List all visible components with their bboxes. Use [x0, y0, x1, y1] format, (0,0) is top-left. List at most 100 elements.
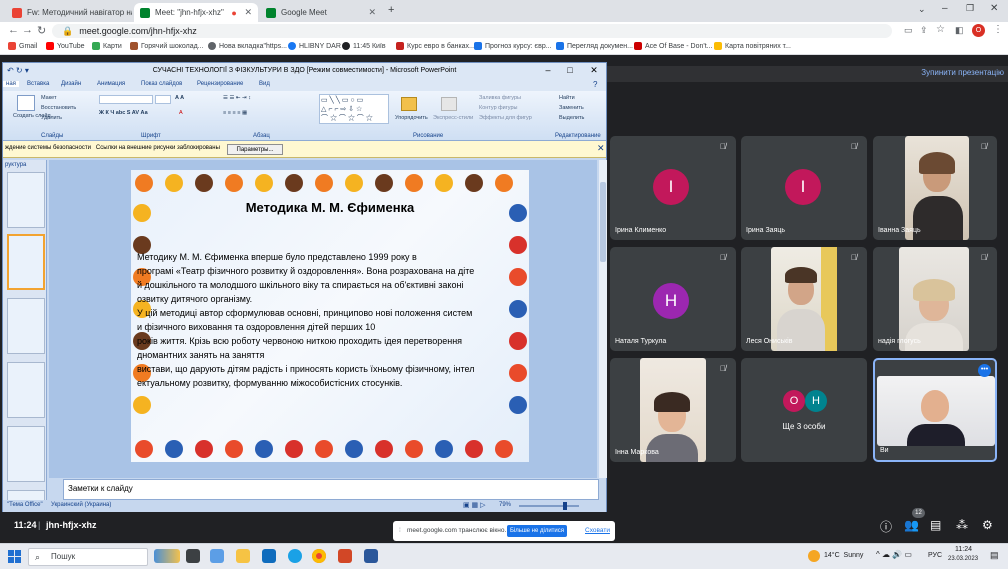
shapes-gallery[interactable]: ▭ ╲ ╲ ▭ ○ ▭ △ ⌐ ⌐ ⇨ ⇩ ☆ ⌒ ☆ ⌒ ☆ ⌒ ☆: [319, 94, 389, 124]
drag-handle-icon[interactable]: ⁞: [399, 527, 401, 534]
find-button[interactable]: Найти: [559, 95, 575, 101]
slide-thumbnail-selected[interactable]: [7, 234, 45, 290]
bookmark-kyiv-time[interactable]: 11:45 Київ: [342, 42, 386, 50]
slide-notes[interactable]: Заметки к слайду: [63, 479, 599, 500]
self-tile[interactable]: ••• Ви: [873, 358, 997, 462]
bookmark-aceofbase[interactable]: Ace Of Base - Don't...: [634, 42, 712, 50]
minimize-button[interactable]: –: [942, 3, 948, 14]
slide-text-line[interactable]: років життя. Крізь всю роботу червоною н…: [137, 336, 462, 346]
slide-text-line[interactable]: ектуальному розвитку, формуванню міжособ…: [137, 378, 402, 388]
task-view-icon[interactable]: [186, 549, 200, 563]
font-style-icons[interactable]: Ж К Ч abc S AV Аа: [99, 110, 148, 116]
host-controls-icon[interactable]: ⚙: [982, 518, 993, 532]
chrome-icon[interactable]: [312, 549, 326, 563]
sidepanel-icon[interactable]: ◧: [955, 25, 964, 36]
slide-text-line[interactable]: програмі «Театр фізичного розвитку й озд…: [137, 266, 474, 276]
activities-icon[interactable]: ⁂: [956, 518, 968, 532]
new-tab-button[interactable]: +: [388, 4, 394, 16]
slide-thumbnail[interactable]: [7, 172, 45, 228]
bookmark-forecast[interactable]: Прогноз курсу: євр...: [474, 42, 552, 50]
tab-design[interactable]: Дизайн: [61, 81, 81, 87]
people-icon[interactable]: 👥: [904, 518, 919, 532]
tab-slideshow[interactable]: Показ слайдов: [141, 81, 182, 87]
shape-fill-button[interactable]: Заливка фигуры: [479, 95, 521, 101]
slide-text-line[interactable]: Методику М. М. Єфименка вперше було пред…: [137, 252, 417, 262]
quick-styles-icon[interactable]: [441, 97, 457, 111]
tab-view[interactable]: Вид: [259, 81, 270, 87]
tray-icons[interactable]: ^ ☁ 🔊 ▭: [876, 550, 912, 559]
list-icons[interactable]: ☰ ☰ ⇤ ⇥ ↕: [223, 95, 251, 101]
slide-text-line[interactable]: У цій методиці автор сформулював основні…: [137, 308, 472, 318]
participant-tile[interactable]: 🎙̸ І Ірина Клименко: [610, 136, 736, 240]
restore-button[interactable]: □: [563, 64, 577, 77]
reload-icon[interactable]: ↻: [37, 24, 46, 37]
arrange-button[interactable]: Упорядочить: [395, 115, 428, 121]
bookmark-euro[interactable]: Курс евро в банках...: [396, 42, 475, 50]
more-options-icon[interactable]: •••: [978, 364, 991, 377]
stop-sharing-button[interactable]: Більше не ділитися: [507, 525, 567, 537]
slide-text-line[interactable]: дномантних занять на заняття: [137, 350, 264, 360]
file-explorer-icon[interactable]: [236, 549, 250, 563]
select-button[interactable]: Выделить: [559, 115, 584, 121]
menu-dots-icon[interactable]: ⋮: [993, 24, 1003, 35]
slide[interactable]: Методика М. М. Єфименка Методику М. М. Є…: [131, 170, 529, 462]
widgets-icon[interactable]: [210, 549, 224, 563]
tab-gmail[interactable]: Fw: Методичний навігатор на 2 ✕: [6, 3, 132, 22]
tab-review[interactable]: Рецензирование: [197, 81, 243, 87]
slide-text-line[interactable]: й дошкільного та молодшого шкільного вік…: [137, 280, 463, 290]
forward-icon[interactable]: →: [22, 24, 33, 36]
chat-icon[interactable]: ▤: [930, 518, 941, 532]
bookmark-gmail[interactable]: Gmail: [8, 42, 37, 50]
participant-tile[interactable]: 🎙̸ Інна Маркова: [610, 358, 736, 462]
font-name-select[interactable]: [99, 95, 153, 104]
font-grow-icon[interactable]: A A: [175, 95, 184, 101]
weather-text[interactable]: 14°C Sunny: [824, 552, 863, 559]
new-slide-icon[interactable]: [17, 95, 35, 111]
participant-tile[interactable]: 🎙̸ Н Наталя Туркула: [610, 247, 736, 351]
mail-icon[interactable]: [262, 549, 276, 563]
profile-avatar[interactable]: O: [972, 24, 985, 37]
tab-search-icon[interactable]: ⌄: [918, 4, 926, 15]
participant-tile[interactable]: 🎙̸ І Ірина Заяць: [741, 136, 867, 240]
stop-presentation-button[interactable]: Зупинити презентацію: [921, 68, 1004, 77]
windows-start-icon[interactable]: [8, 550, 21, 563]
zoom-slider-thumb[interactable]: [563, 502, 567, 510]
cast-icon[interactable]: ▭: [904, 25, 913, 36]
tab-home[interactable]: ная: [3, 81, 19, 87]
tab-animation[interactable]: Анимация: [97, 81, 125, 87]
tab-insert[interactable]: Вставка: [27, 81, 49, 87]
bookmark-star-icon[interactable]: ☆: [936, 24, 945, 35]
close-button[interactable]: ✕: [587, 64, 601, 77]
bookmark-chocolate[interactable]: Горячий шоколад...: [130, 42, 204, 50]
restore-layout-button[interactable]: Восстановить: [41, 105, 76, 111]
zoom-slider[interactable]: [519, 505, 579, 507]
arrange-icon[interactable]: [401, 97, 417, 111]
vertical-scrollbar[interactable]: [599, 160, 607, 478]
slide-text-line[interactable]: и фізичного виховання та оздоровлення ді…: [137, 322, 375, 332]
scroll-thumb[interactable]: [600, 182, 606, 262]
clock-date[interactable]: 23.03.2023: [948, 556, 978, 562]
view-buttons[interactable]: ▣ ▦ ▷: [463, 501, 486, 509]
word-icon[interactable]: [364, 549, 378, 563]
back-icon[interactable]: ←: [8, 24, 19, 36]
shape-effects-button[interactable]: Эффекты для фигур: [479, 115, 532, 121]
slide-text-line[interactable]: озвитку дитячого організму.: [137, 294, 252, 304]
slide-thumbnail[interactable]: [7, 298, 45, 354]
slide-thumbnail[interactable]: [7, 362, 45, 418]
font-color-icon[interactable]: A: [179, 110, 183, 116]
quick-access-icon[interactable]: ↶ ↻ ▾: [7, 63, 29, 79]
slide-thumbnail[interactable]: [7, 426, 45, 482]
close-icon[interactable]: ✕: [240, 7, 252, 18]
help-icon[interactable]: ?: [593, 80, 597, 89]
keyboard-language[interactable]: РУС: [928, 552, 942, 559]
notifications-icon[interactable]: ▤: [990, 550, 999, 561]
bookmark-airmap[interactable]: Карта повітряних т...: [714, 42, 791, 50]
minimize-button[interactable]: –: [541, 64, 555, 77]
slide-text-line[interactable]: вистави, що дарують дітям радість і прин…: [137, 364, 474, 374]
bookmark-youtube[interactable]: YouTube: [46, 42, 85, 50]
edge-icon[interactable]: [288, 549, 302, 563]
powerpoint-icon[interactable]: [338, 549, 352, 563]
info-icon[interactable]: ⓘ: [880, 518, 892, 535]
bookmark-hlibny[interactable]: HLIBNY DAR: [288, 42, 341, 50]
search-highlight-icon[interactable]: [154, 549, 180, 563]
